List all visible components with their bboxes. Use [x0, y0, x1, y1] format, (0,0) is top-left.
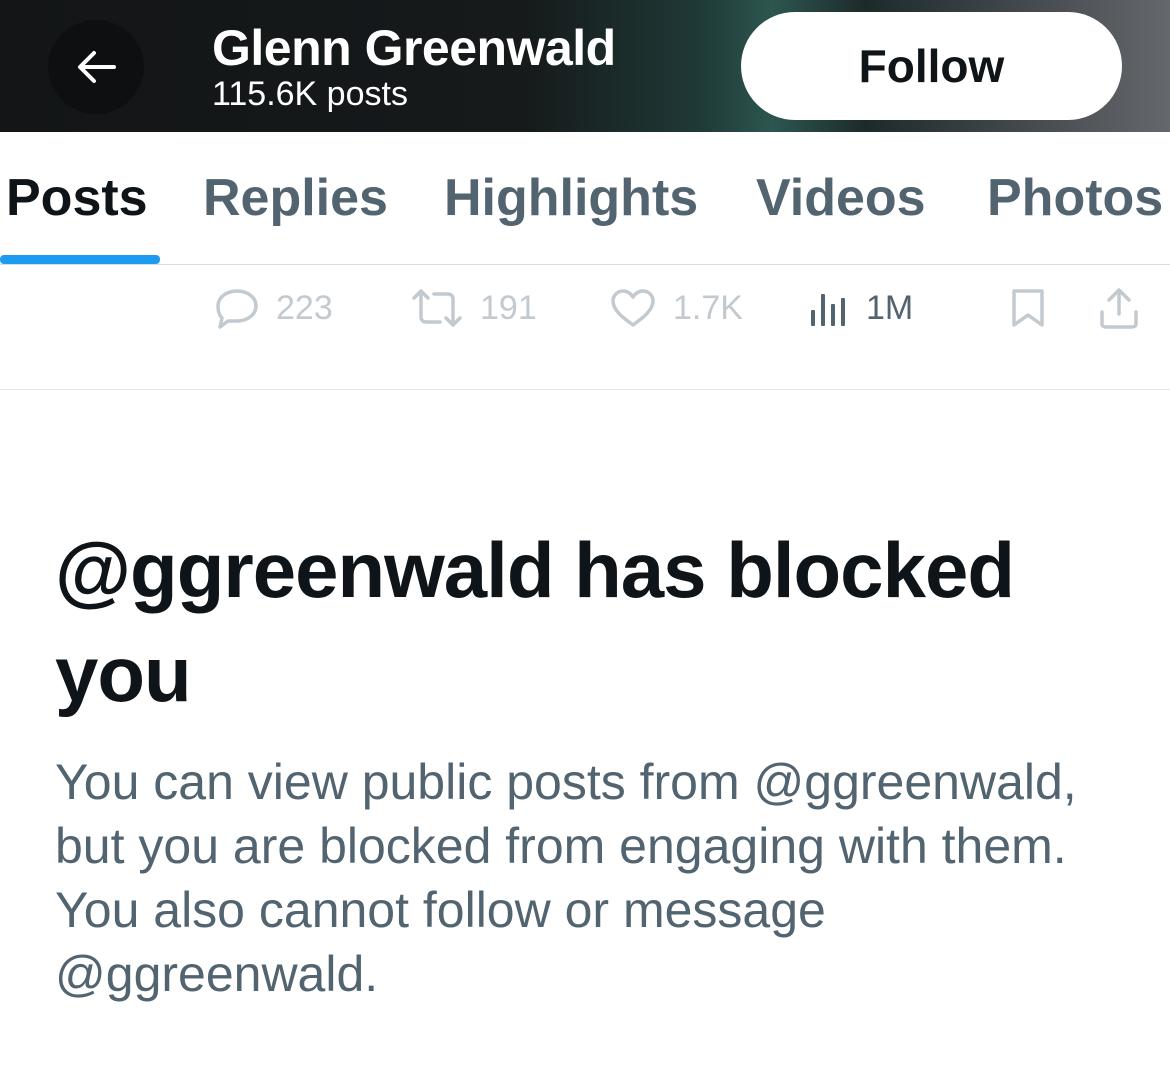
repost-action[interactable]: 191: [410, 286, 537, 330]
reply-icon: [216, 289, 258, 329]
post-count: 115.6K posts: [212, 75, 408, 113]
profile-name: Glenn Greenwald: [212, 20, 616, 76]
repost-count: 191: [480, 288, 537, 327]
tab-photos[interactable]: Photos: [987, 168, 1163, 228]
heart-icon: [611, 289, 655, 327]
blocked-heading: @ggreenwald has blocked you: [55, 526, 1015, 718]
bookmark-action[interactable]: [1008, 286, 1048, 330]
back-button[interactable]: [48, 20, 144, 114]
profile-tabs: Posts Replies Highlights Videos Photos: [0, 132, 1170, 265]
blocked-description: You can view public posts from @ggreenwa…: [55, 754, 1077, 1002]
tab-replies[interactable]: Replies: [203, 168, 388, 228]
like-action[interactable]: 1.7K: [609, 286, 743, 330]
arrow-left-icon: [78, 51, 116, 83]
tab-highlights[interactable]: Highlights: [444, 168, 698, 228]
share-action[interactable]: [1098, 286, 1140, 330]
reply-count: 223: [276, 288, 333, 327]
tab-videos[interactable]: Videos: [756, 168, 926, 228]
views-chart-icon: [811, 294, 845, 326]
view-count: 1M: [866, 288, 914, 327]
views-action[interactable]: 1M: [808, 286, 913, 330]
profile-header: Glenn Greenwald 115.6K posts Follow: [0, 0, 1170, 132]
repost-icon: [412, 289, 462, 327]
post-action-bar: 223 191 1.7K 1M: [0, 266, 1170, 390]
bookmark-icon: [1012, 289, 1044, 327]
reply-action[interactable]: 223: [214, 286, 333, 330]
follow-button[interactable]: Follow: [741, 12, 1122, 120]
like-count: 1.7K: [673, 288, 743, 327]
share-icon: [1100, 288, 1138, 329]
active-tab-indicator: [0, 255, 160, 264]
tab-posts[interactable]: Posts: [6, 168, 148, 228]
